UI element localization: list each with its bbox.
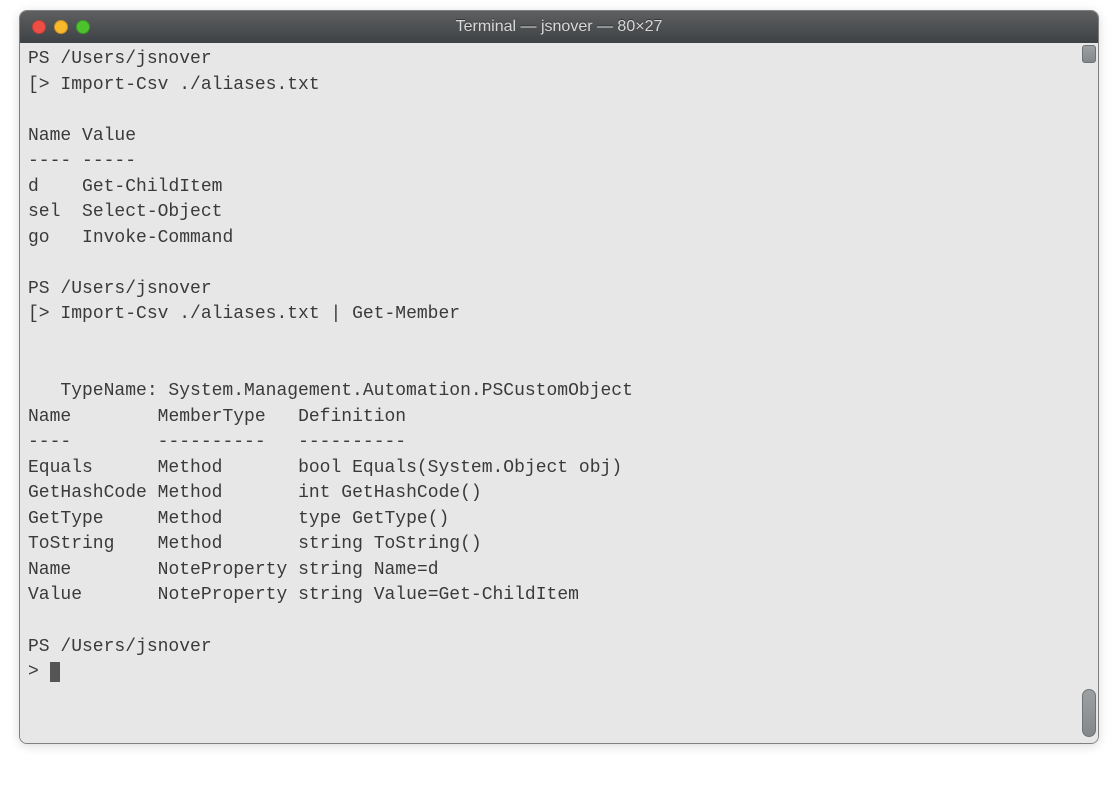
members-header-name: Name <box>28 407 71 427</box>
maximize-icon[interactable] <box>76 20 90 34</box>
close-icon[interactable] <box>32 20 46 34</box>
prompt-path: PS /Users/jsnover <box>28 49 212 69</box>
prompt-marker: [> <box>28 75 50 95</box>
terminal-body[interactable]: PS /Users/jsnover [> Import-Csv ./aliase… <box>20 43 1098 743</box>
table-row: ToString Method string ToString() <box>28 534 482 554</box>
table-row: go Invoke-Command <box>28 228 233 248</box>
table-row: Name NoteProperty string Name=d <box>28 560 439 580</box>
window-title: Terminal — jsnover — 80×27 <box>20 18 1098 36</box>
table-sep: ---------- <box>298 432 406 452</box>
table-row: GetHashCode Method int GetHashCode() <box>28 483 482 503</box>
terminal-window: Terminal — jsnover — 80×27 PS /Users/jsn… <box>19 10 1099 744</box>
titlebar[interactable]: Terminal — jsnover — 80×27 <box>20 11 1098 43</box>
prompt-path: PS /Users/jsnover <box>28 637 212 657</box>
command-text: Import-Csv ./aliases.txt | Get-Member <box>60 304 460 324</box>
table-sep: ---- <box>28 151 71 171</box>
scroll-top-icon[interactable] <box>1082 45 1096 63</box>
prompt-marker: > <box>28 662 39 682</box>
table-sep: ---- <box>28 432 71 452</box>
command-text: Import-Csv ./aliases.txt <box>60 75 319 95</box>
members-header-type: MemberType <box>158 407 266 427</box>
minimize-icon[interactable] <box>54 20 68 34</box>
traffic-lights <box>32 20 90 34</box>
cursor <box>50 662 60 682</box>
table-header-name: Name <box>28 126 71 146</box>
table-row: sel Select-Object <box>28 202 222 222</box>
table-row: Value NoteProperty string Value=Get-Chil… <box>28 585 579 605</box>
prompt-marker: [> <box>28 304 50 324</box>
table-row: Equals Method bool Equals(System.Object … <box>28 458 622 478</box>
terminal-output[interactable]: PS /Users/jsnover [> Import-Csv ./aliase… <box>28 47 1078 686</box>
scroll-thumb[interactable] <box>1082 689 1096 737</box>
table-row: GetType Method type GetType() <box>28 509 449 529</box>
table-sep: ----- <box>82 151 136 171</box>
table-sep: ---------- <box>158 432 266 452</box>
scrollbar[interactable] <box>1082 45 1096 737</box>
typename-line: TypeName: System.Management.Automation.P… <box>28 381 633 401</box>
prompt-path: PS /Users/jsnover <box>28 279 212 299</box>
table-row: d Get-ChildItem <box>28 177 222 197</box>
table-header-value: Value <box>82 126 136 146</box>
members-header-def: Definition <box>298 407 406 427</box>
